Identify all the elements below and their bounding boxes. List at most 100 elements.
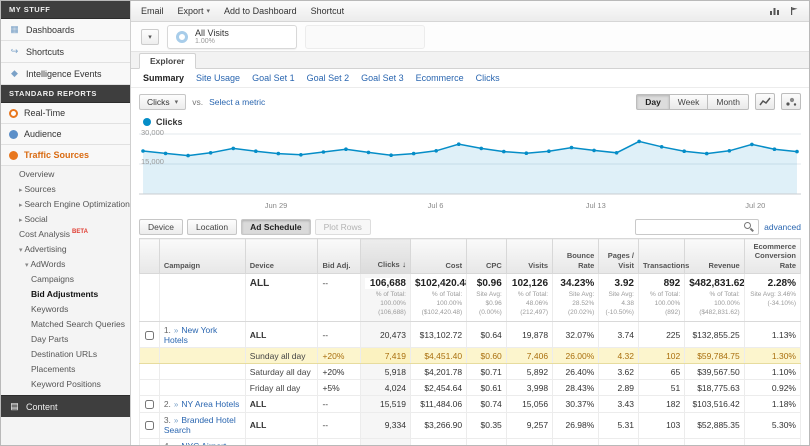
column-header-device[interactable]: Device (245, 239, 318, 274)
column-header-transactions[interactable]: Transactions (638, 239, 684, 274)
tab-explorer[interactable]: Explorer (139, 53, 196, 69)
sidebar-item-social[interactable]: ▸Social (1, 211, 130, 226)
row-select-cell (140, 396, 160, 412)
chevron-down-icon: ▾ (19, 247, 23, 254)
metric-subtext: % of Total: 100.00% (892) (643, 291, 680, 317)
sidebar-item-bid-adjustments[interactable]: Bid Adjustments (1, 286, 130, 301)
column-header-bid-adj[interactable]: Bid Adj. (318, 239, 361, 274)
sidebar-item-traffic-sources[interactable]: Traffic Sources (1, 145, 130, 166)
metric-cell: 32.07% (553, 322, 599, 348)
bid-adj-cell: -- (318, 396, 361, 412)
dimension-tab-location[interactable]: Location (187, 219, 237, 235)
schedule-cell: Saturday all day (245, 364, 318, 380)
granularity-day-button[interactable]: Day (636, 94, 670, 110)
chart-canvas[interactable] (139, 130, 801, 200)
campaign-icon: » (174, 442, 178, 446)
segment-all-visits[interactable]: All Visits 1.00% (167, 25, 297, 49)
search-icon[interactable] (744, 222, 755, 233)
subrow-select-cell (140, 348, 160, 364)
column-label: Clicks (378, 260, 400, 269)
summary-select-cell (140, 274, 160, 322)
column-header-visits[interactable]: Visits (506, 239, 552, 274)
segment-empty-slot[interactable] (305, 25, 425, 49)
metric-dropdown[interactable]: Clicks ▾ (139, 94, 186, 110)
shortcut-button[interactable]: Shortcut (311, 6, 345, 16)
sidebar-item-campaigns[interactable]: Campaigns (1, 271, 130, 286)
granularity-week-button[interactable]: Week (670, 94, 709, 110)
sidebar-item-shortcuts[interactable]: ↪ Shortcuts (1, 41, 130, 63)
segments-collapse-button[interactable]: ▾ (141, 29, 159, 45)
tab-goal-set-1[interactable]: Goal Set 1 (252, 73, 295, 83)
sidebar-item-dashboards[interactable]: ▦ Dashboards (1, 19, 130, 41)
campaign-link[interactable]: New York Hotels (164, 325, 217, 345)
tab-summary[interactable]: Summary (143, 73, 184, 83)
tab-clicks[interactable]: Clicks (476, 73, 500, 83)
column-header-clicks[interactable]: Clicks ↓ (361, 239, 411, 274)
sidebar-item-real-time[interactable]: Real-Time (1, 103, 130, 124)
summary-bid-cell: -- (318, 274, 361, 322)
export-button[interactable]: Export ▾ (178, 6, 211, 16)
metric-cell: $59,784.75 (685, 348, 744, 364)
motion-chart-type-button[interactable] (781, 93, 801, 110)
sidebar-item-keywords[interactable]: Keywords (1, 301, 130, 316)
column-header-revenue[interactable]: Revenue (685, 239, 744, 274)
tab-ecommerce[interactable]: Ecommerce (416, 73, 464, 83)
metric-cell: 3,998 (506, 380, 552, 396)
table-search-input[interactable] (639, 221, 744, 234)
dimension-tab-device[interactable]: Device (139, 219, 183, 235)
select-metric-link[interactable]: Select a metric (209, 97, 265, 107)
content-icon: ▤ (9, 401, 20, 412)
sidebar-item-intelligence-events[interactable]: ◆ Intelligence Events (1, 63, 130, 85)
metric-cell: 65 (638, 364, 684, 380)
tab-goal-set-2[interactable]: Goal Set 2 (307, 73, 350, 83)
tab-site-usage[interactable]: Site Usage (196, 73, 240, 83)
email-button[interactable]: Email (141, 6, 164, 16)
line-chart-type-button[interactable] (755, 93, 775, 110)
sidebar-item-keyword-positions[interactable]: Keyword Positions (1, 376, 130, 391)
sidebar-item-cost-analysis[interactable]: Cost AnalysisBETA (1, 226, 130, 241)
metric-cell: 1.30% (744, 348, 800, 364)
flag-icon[interactable] (789, 6, 799, 16)
column-label: Bid Adj. (322, 261, 350, 270)
summary-metric-cell: 102,126% of Total: 48.06% (212,497) (506, 274, 552, 322)
sidebar-item-adwords[interactable]: ▾AdWords (1, 256, 130, 271)
campaign-link[interactable]: NY Area Hotels (181, 399, 239, 409)
column-header-cost[interactable]: Cost (410, 239, 466, 274)
sidebar-item-label: Traffic Sources (24, 150, 89, 160)
row-checkbox[interactable] (145, 400, 154, 409)
sidebar-item-destination-urls[interactable]: Destination URLs (1, 346, 130, 361)
row-checkbox[interactable] (145, 421, 154, 430)
y-axis-tick: 15,000 (141, 157, 164, 166)
metric-cell: 3.74 (599, 322, 639, 348)
sidebar-item-matched-search-queries[interactable]: Matched Search Queries (1, 316, 130, 331)
sidebar-item-day-parts[interactable]: Day Parts (1, 331, 130, 346)
granularity-month-button[interactable]: Month (708, 94, 749, 110)
sidebar-item-sources[interactable]: ▸Sources (1, 181, 130, 196)
summary-metric-cell: $482,831.62% of Total: 100.00% ($482,831… (685, 274, 744, 322)
sidebar-item-overview[interactable]: Overview (1, 166, 130, 181)
dimension-tab-ad-schedule[interactable]: Ad Schedule (241, 219, 310, 235)
column-header-ecommerce-conversion-rate[interactable]: Ecommerce Conversion Rate (744, 239, 800, 274)
metric-subtext: Site Avg: 28.52% (20.02%) (557, 291, 594, 317)
metric-cell: 182 (638, 396, 684, 412)
column-header-campaign[interactable]: Campaign (159, 239, 245, 274)
add-to-dashboard-button[interactable]: Add to Dashboard (224, 6, 297, 16)
row-checkbox[interactable] (145, 331, 154, 340)
sidebar-item-audience[interactable]: Audience (1, 124, 130, 145)
campaign-icon: » (174, 400, 178, 409)
advanced-search-link[interactable]: advanced (764, 222, 801, 232)
bid-adj-cell: -- (318, 412, 361, 438)
summary-metric-cell: 892% of Total: 100.00% (892) (638, 274, 684, 322)
sidebar-item-placements[interactable]: Placements (1, 361, 130, 376)
sidebar-item-seo[interactable]: ▸Search Engine Optimization (1, 196, 130, 211)
column-label: Transactions (643, 261, 689, 270)
column-header-pages-visit[interactable]: Pages / Visit (599, 239, 639, 274)
sidebar-item-advertising[interactable]: ▾Advertising (1, 241, 130, 256)
column-header-cpc[interactable]: CPC (467, 239, 507, 274)
sidebar-item-content[interactable]: ▤ Content (1, 395, 130, 417)
metric-cell: 26.00% (553, 348, 599, 364)
stats-icon[interactable] (769, 6, 780, 16)
column-header-bounce-rate[interactable]: Bounce Rate (553, 239, 599, 274)
metric-value: $0.96 (471, 278, 502, 289)
tab-goal-set-3[interactable]: Goal Set 3 (361, 73, 404, 83)
